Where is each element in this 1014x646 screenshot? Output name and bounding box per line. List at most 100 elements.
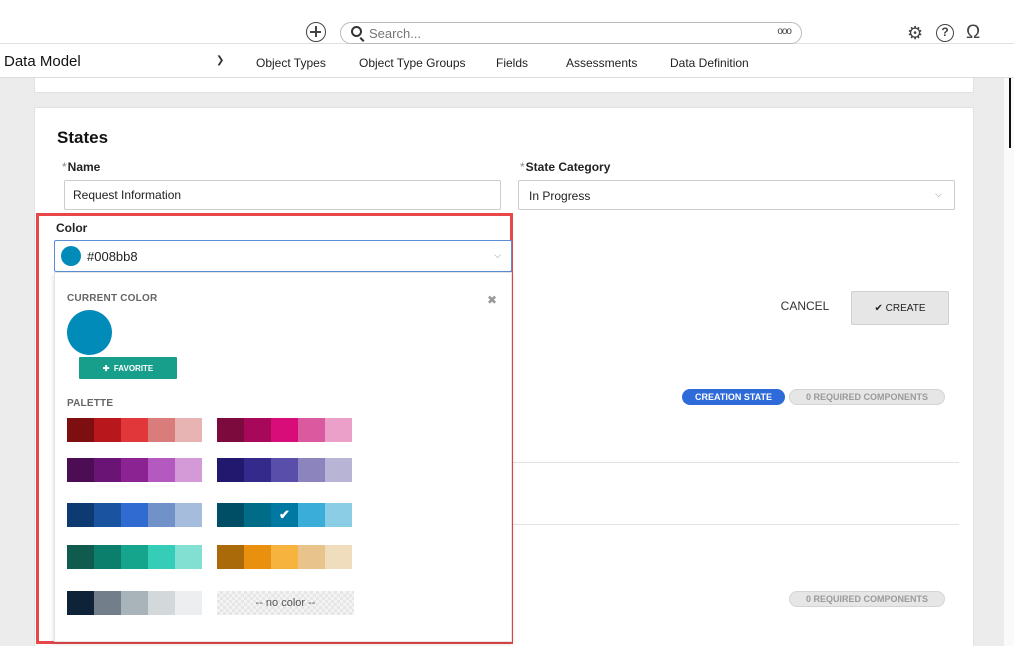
palette-swatch[interactable] [217, 458, 244, 482]
palette-swatch[interactable] [148, 591, 175, 615]
palette-swatch[interactable] [67, 503, 94, 527]
palette-swatch[interactable] [148, 458, 175, 482]
palette-swatch[interactable] [121, 458, 148, 482]
palette-swatch[interactable] [148, 418, 175, 442]
chevron-down-icon: ⌵ [494, 250, 501, 260]
check-icon: ✔ [279, 507, 290, 522]
tab-data-definition[interactable]: Data Definition [670, 56, 749, 70]
palette-swatch[interactable] [298, 545, 325, 569]
cancel-button[interactable]: CANCEL [777, 291, 833, 321]
palette-swatch[interactable] [298, 418, 325, 442]
previous-card [34, 78, 974, 93]
color-value: #008bb8 [87, 249, 138, 264]
tab-fields[interactable]: Fields [496, 56, 528, 70]
name-label: *Name [62, 160, 101, 174]
required-components-badge: 0 REQUIRED COMPONENTS [789, 389, 945, 405]
color-picker-panel: Color #008bb8 ⌵ CURRENT COLOR ✖ ✚ FAVORI… [36, 213, 513, 644]
search-box[interactable]: ooo [340, 22, 802, 44]
palette-swatch[interactable] [325, 458, 352, 482]
palette-swatch[interactable] [175, 418, 202, 442]
palette-swatch[interactable] [298, 458, 325, 482]
favorite-button[interactable]: ✚ FAVORITE [79, 357, 177, 379]
palette-swatch[interactable] [325, 503, 352, 527]
palette-swatch[interactable] [94, 503, 121, 527]
palette-swatch[interactable] [67, 545, 94, 569]
close-icon[interactable]: ✖ [487, 293, 497, 307]
palette-swatch[interactable] [67, 591, 94, 615]
gear-icon[interactable]: ⚙ [907, 24, 923, 42]
plus-icon: ✚ [102, 363, 110, 373]
required-components-badge: 0 REQUIRED COMPONENTS [789, 591, 945, 607]
chevron-down-icon: ⌵ [935, 189, 942, 199]
tab-object-type-groups[interactable]: Object Type Groups [359, 56, 466, 70]
palette-swatch[interactable] [271, 458, 298, 482]
palette-swatch[interactable] [67, 418, 94, 442]
color-dropdown: CURRENT COLOR ✖ ✚ FAVORITE PALETTE ✔ -- … [54, 272, 512, 642]
more-icon[interactable]: ooo [777, 26, 792, 37]
create-button-label: CREATE [885, 302, 926, 314]
user-icon[interactable]: Ω [966, 22, 980, 44]
palette-swatch[interactable] [94, 418, 121, 442]
color-select[interactable]: #008bb8 ⌵ [54, 240, 512, 272]
palette-swatch[interactable] [325, 545, 352, 569]
palette-swatch[interactable] [244, 545, 271, 569]
palette-swatch[interactable] [244, 418, 271, 442]
palette-swatch[interactable] [244, 503, 271, 527]
palette-group [67, 503, 202, 527]
palette-swatch[interactable] [175, 591, 202, 615]
palette-swatch[interactable] [94, 458, 121, 482]
state-category-select[interactable]: In Progress ⌵ [518, 180, 955, 210]
chevron-down-icon[interactable]: ❯ [216, 55, 224, 66]
divider [513, 524, 959, 525]
state-category-label: *State Category [520, 160, 611, 174]
tab-assessments[interactable]: Assessments [566, 56, 637, 70]
nav-bar: Data Model ❯ Object Types Object Type Gr… [0, 44, 1014, 82]
palette-swatch[interactable] [175, 458, 202, 482]
palette-swatch[interactable] [175, 503, 202, 527]
palette-group [67, 545, 202, 569]
palette-group [67, 418, 202, 442]
state-category-value: In Progress [529, 189, 591, 203]
name-field[interactable] [64, 180, 501, 210]
tab-object-types[interactable]: Object Types [242, 56, 340, 82]
creation-state-badge: CREATION STATE [682, 389, 785, 405]
module-select[interactable]: Data Model [4, 53, 81, 70]
palette-swatch[interactable] [121, 545, 148, 569]
favorite-button-label: FAVORITE [113, 363, 154, 373]
palette-swatch[interactable] [271, 418, 298, 442]
palette-swatch[interactable] [121, 503, 148, 527]
palette-swatch[interactable] [244, 458, 271, 482]
palette-label: PALETTE [67, 398, 114, 409]
palette-swatch[interactable] [121, 418, 148, 442]
help-icon[interactable]: ? [936, 24, 954, 42]
palette-group [67, 591, 202, 615]
palette-swatch[interactable] [148, 503, 175, 527]
add-icon[interactable] [306, 22, 326, 42]
create-button[interactable]: ✔ CREATE [851, 291, 949, 325]
palette-swatch[interactable] [94, 591, 121, 615]
color-swatch [61, 246, 81, 266]
palette-swatch[interactable] [94, 545, 121, 569]
palette-swatch[interactable] [67, 458, 94, 482]
search-input[interactable] [369, 25, 749, 41]
current-color-swatch [67, 310, 112, 355]
palette-swatch[interactable] [148, 545, 175, 569]
palette-swatch[interactable] [121, 591, 148, 615]
current-color-label: CURRENT COLOR [67, 293, 158, 304]
scrollbar[interactable] [1004, 78, 1014, 646]
search-icon [351, 26, 362, 37]
no-color-option[interactable]: -- no color -- [217, 591, 354, 615]
palette-swatch[interactable]: ✔ [271, 503, 298, 527]
palette-swatch[interactable] [217, 503, 244, 527]
palette-group [67, 458, 202, 482]
color-label: Color [56, 221, 88, 235]
palette-group: ✔ [217, 503, 352, 527]
palette-swatch[interactable] [217, 418, 244, 442]
scrollbar-thumb[interactable] [1009, 78, 1011, 148]
palette-swatch[interactable] [271, 545, 298, 569]
palette-swatch[interactable] [298, 503, 325, 527]
divider [513, 462, 959, 463]
palette-swatch[interactable] [325, 418, 352, 442]
palette-swatch[interactable] [217, 545, 244, 569]
palette-swatch[interactable] [175, 545, 202, 569]
